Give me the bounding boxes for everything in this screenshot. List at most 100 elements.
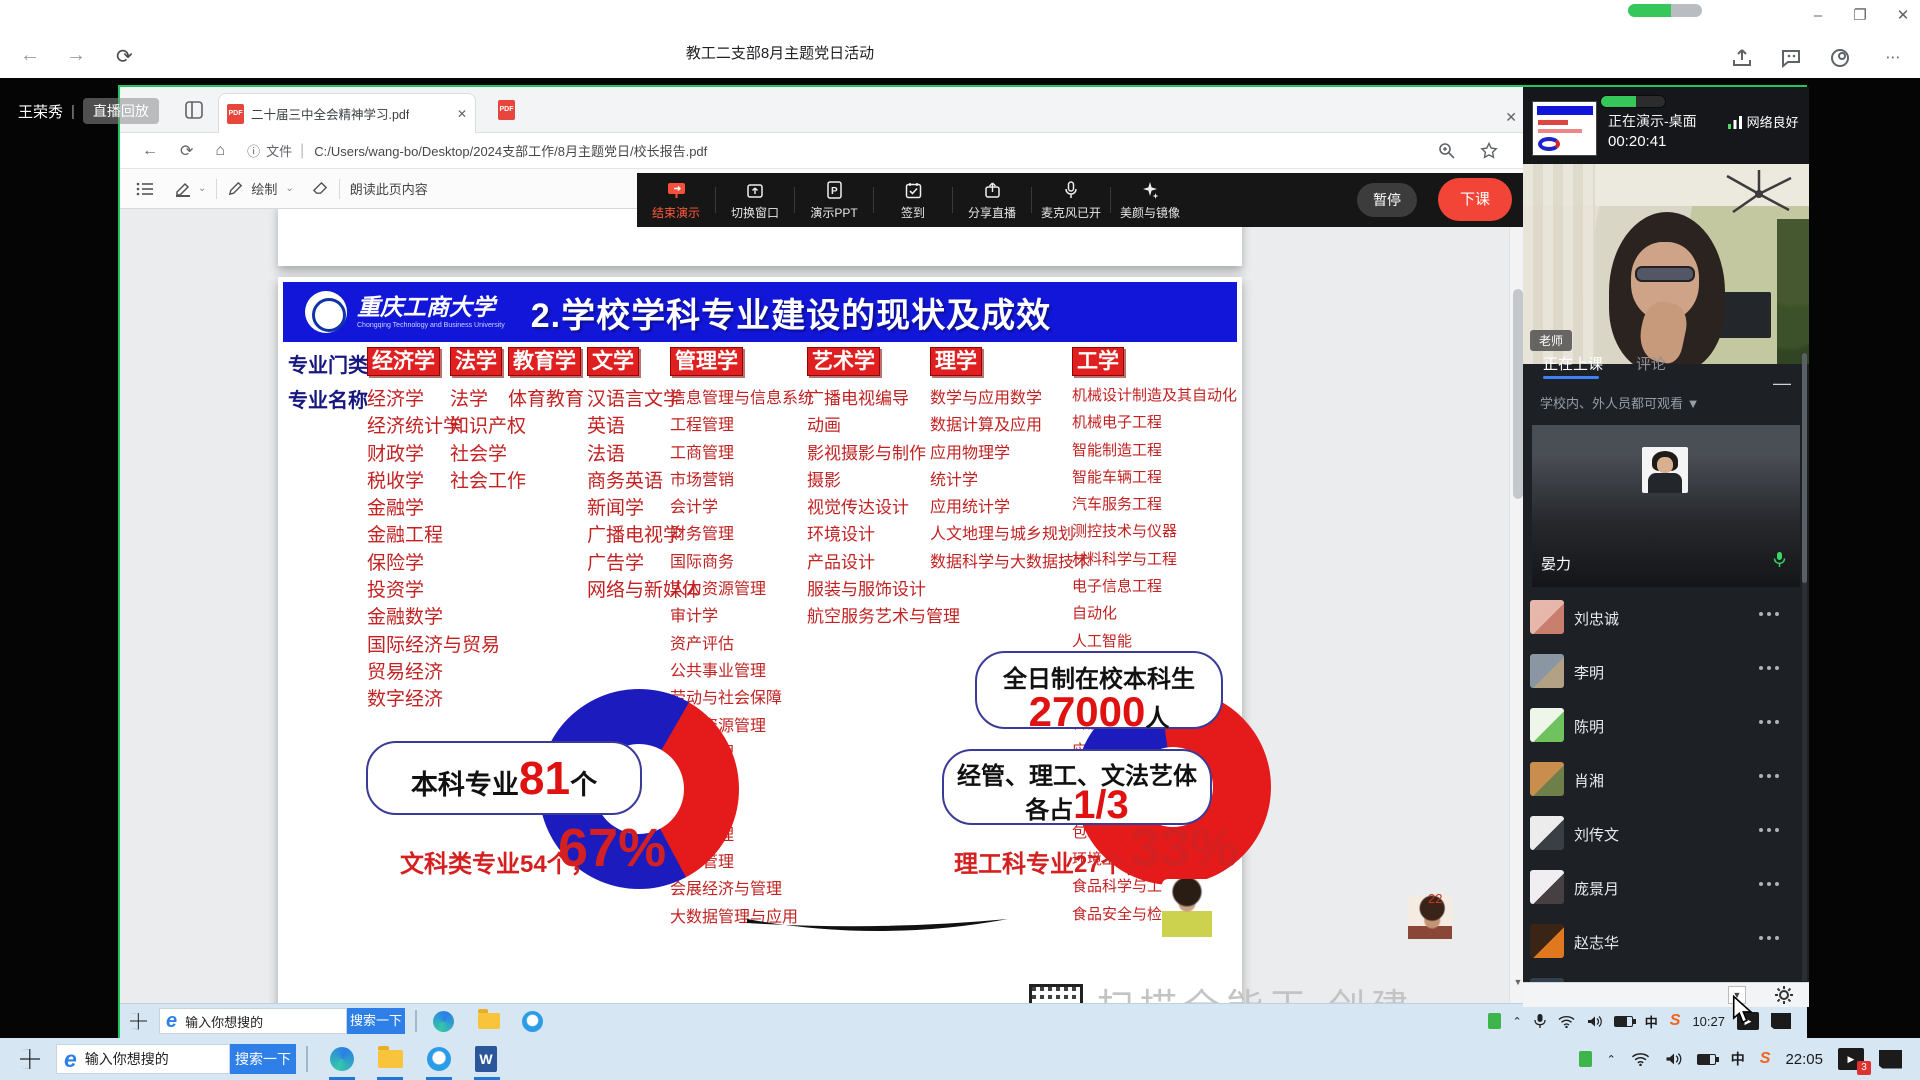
- beauty-mirror-button[interactable]: 美颜与镜像: [1111, 179, 1189, 221]
- tray-expand-icon[interactable]: ⌃: [1513, 1015, 1522, 1028]
- share-live-button[interactable]: 分享直播: [953, 179, 1031, 221]
- window-maximize-button[interactable]: ❐: [1845, 4, 1875, 28]
- active-tab[interactable]: PDF 二十届三中全会精神学习.pdf ✕: [218, 93, 476, 133]
- teacher-webcam-video[interactable]: 老师: [1523, 164, 1809, 364]
- usb-tray-icon[interactable]: [1488, 1013, 1501, 1029]
- sogou-tray-icon[interactable]: S: [1670, 1012, 1681, 1030]
- tab-close-icon[interactable]: ✕: [457, 107, 467, 121]
- sogou-tray-icon[interactable]: S: [1760, 1050, 1771, 1068]
- action-center-icon[interactable]: [1879, 1050, 1902, 1069]
- nav-home-icon[interactable]: ⌂: [215, 142, 225, 160]
- sidebar-minimize-icon[interactable]: —: [1773, 373, 1791, 394]
- explorer-taskbar-button[interactable]: [366, 1038, 415, 1080]
- qq-browser-taskbar-icon[interactable]: [522, 1011, 543, 1032]
- search-button[interactable]: 搜索一下: [230, 1044, 296, 1074]
- participant-menu-icon[interactable]: [1759, 612, 1779, 616]
- ime-indicator[interactable]: 中: [1731, 1049, 1745, 1069]
- participant-menu-icon[interactable]: [1759, 828, 1779, 832]
- window-close-button[interactable]: ✕: [1888, 4, 1918, 28]
- participant-row[interactable]: 刘忠诚: [1523, 590, 1809, 644]
- usb-tray-icon[interactable]: [1579, 1051, 1592, 1067]
- volume-tray-icon[interactable]: [1587, 1015, 1602, 1028]
- favorite-star-icon[interactable]: [1480, 142, 1498, 160]
- outer-clock[interactable]: 22:05: [1785, 1051, 1823, 1068]
- speaker-video-panel[interactable]: 晏力: [1532, 425, 1800, 587]
- pdf-canvas[interactable]: 重庆工商大学 Chongqing Technology and Business…: [120, 209, 1509, 1003]
- media-tray-icon[interactable]: ▶3: [1838, 1048, 1864, 1070]
- participant-menu-icon[interactable]: [1759, 882, 1779, 886]
- toc-icon[interactable]: [136, 181, 154, 197]
- participant-row[interactable]: 肖湘: [1523, 752, 1809, 806]
- nav-refresh-icon[interactable]: ⟳: [180, 141, 193, 161]
- visibility-dropdown[interactable]: 学校内、外人员都可观看 ▼: [1540, 393, 1699, 412]
- major-item: 智能制造工程: [1072, 439, 1237, 466]
- tab-in-class[interactable]: 正在上课: [1543, 353, 1603, 374]
- highlighter-icon[interactable]: [174, 180, 192, 198]
- share-icon[interactable]: [1730, 46, 1754, 70]
- edge-taskbar-icon[interactable]: [433, 1011, 454, 1032]
- explorer-taskbar-icon[interactable]: [478, 1013, 500, 1029]
- draw-label[interactable]: 绘制: [251, 179, 277, 198]
- replay-mode-chip[interactable]: 直播回放: [83, 98, 159, 124]
- swoosh-underline: [744, 909, 1012, 943]
- inner-clock[interactable]: 10:27: [1692, 1014, 1725, 1029]
- taskbar-search-box[interactable]: e 输入你想搜的: [159, 1008, 347, 1034]
- end-class-button[interactable]: 下课: [1438, 178, 1512, 221]
- highlighter-chevron-icon[interactable]: ⌄: [198, 183, 206, 194]
- taskbar-search-box[interactable]: e 输入你想搜的: [56, 1044, 230, 1074]
- participant-row[interactable]: 刘传文: [1523, 806, 1809, 860]
- read-aloud-button[interactable]: 朗读此页内容: [350, 179, 428, 198]
- edge-close-icon[interactable]: ✕: [1505, 109, 1517, 126]
- participant-row[interactable]: 庞景月: [1523, 860, 1809, 914]
- tab-list-icon[interactable]: [184, 100, 204, 120]
- second-tab-pdf-icon[interactable]: PDF: [498, 100, 515, 120]
- ime-indicator[interactable]: 中: [1645, 1012, 1658, 1031]
- chat-bubble-icon[interactable]: [1779, 46, 1803, 70]
- edge-taskbar-button[interactable]: [318, 1038, 366, 1080]
- speaker-mic-icon[interactable]: [1773, 551, 1786, 568]
- start-button-icon[interactable]: [20, 1049, 40, 1069]
- participant-menu-icon[interactable]: [1759, 936, 1779, 940]
- switch-window-button[interactable]: 切换窗口: [716, 179, 794, 221]
- sidebar-scrollbar[interactable]: [1802, 353, 1807, 981]
- settings-gear-icon[interactable]: [1773, 984, 1795, 1006]
- page-info-icon[interactable]: ⓘ: [247, 141, 260, 160]
- zoom-page-icon[interactable]: [1438, 142, 1456, 160]
- tray-expand-icon[interactable]: ⌃: [1607, 1053, 1616, 1066]
- word-taskbar-button[interactable]: W: [463, 1038, 509, 1080]
- tab-comments[interactable]: 评论: [1636, 353, 1666, 374]
- action-center-icon[interactable]: [1771, 1013, 1791, 1029]
- participant-row[interactable]: 陈明: [1523, 698, 1809, 752]
- volume-tray-icon[interactable]: [1665, 1052, 1682, 1066]
- battery-tray-icon[interactable]: [1697, 1054, 1716, 1065]
- participant-menu-icon[interactable]: [1759, 720, 1779, 724]
- nav-back-icon[interactable]: ←: [142, 142, 158, 160]
- participant-row[interactable]: 赵志华: [1523, 914, 1809, 968]
- qq-browser-taskbar-button[interactable]: [415, 1038, 463, 1080]
- search-button[interactable]: 搜索一下: [347, 1008, 405, 1034]
- eraser-icon[interactable]: [312, 180, 329, 197]
- participant-menu-icon[interactable]: [1759, 774, 1779, 778]
- address-url[interactable]: C:/Users/wang-bo/Desktop/2024支部工作/8月主题党日…: [314, 141, 707, 160]
- wifi-tray-icon[interactable]: [1558, 1015, 1575, 1028]
- mic-tray-icon[interactable]: [1534, 1013, 1546, 1029]
- browser-menu-icon[interactable]: ⋯: [1878, 46, 1908, 70]
- capture-toggle-pill[interactable]: [1628, 4, 1702, 17]
- pdf-scrollbar-thumb[interactable]: [1513, 289, 1523, 499]
- draw-pen-icon[interactable]: [227, 180, 244, 197]
- present-ppt-button[interactable]: P 演示PPT: [795, 179, 873, 221]
- wifi-tray-icon[interactable]: [1631, 1052, 1650, 1066]
- window-minimize-button[interactable]: –: [1803, 4, 1833, 28]
- battery-tray-icon[interactable]: [1614, 1016, 1633, 1027]
- start-button-icon[interactable]: [130, 1013, 147, 1030]
- pause-button[interactable]: 暂停: [1357, 183, 1417, 217]
- microphone-on-button[interactable]: 麦克风已开: [1032, 179, 1110, 221]
- sign-in-button[interactable]: 签到: [874, 179, 952, 221]
- end-presentation-button[interactable]: 结束演示: [637, 179, 715, 221]
- draw-chevron-icon[interactable]: ⌄: [285, 183, 293, 194]
- speaker-name: 晏力: [1541, 553, 1571, 574]
- participant-row[interactable]: 李明: [1523, 644, 1809, 698]
- participant-menu-icon[interactable]: [1759, 666, 1779, 670]
- browser-extension-icon[interactable]: [1828, 46, 1852, 70]
- presentation-thumbnail[interactable]: [1532, 101, 1597, 156]
